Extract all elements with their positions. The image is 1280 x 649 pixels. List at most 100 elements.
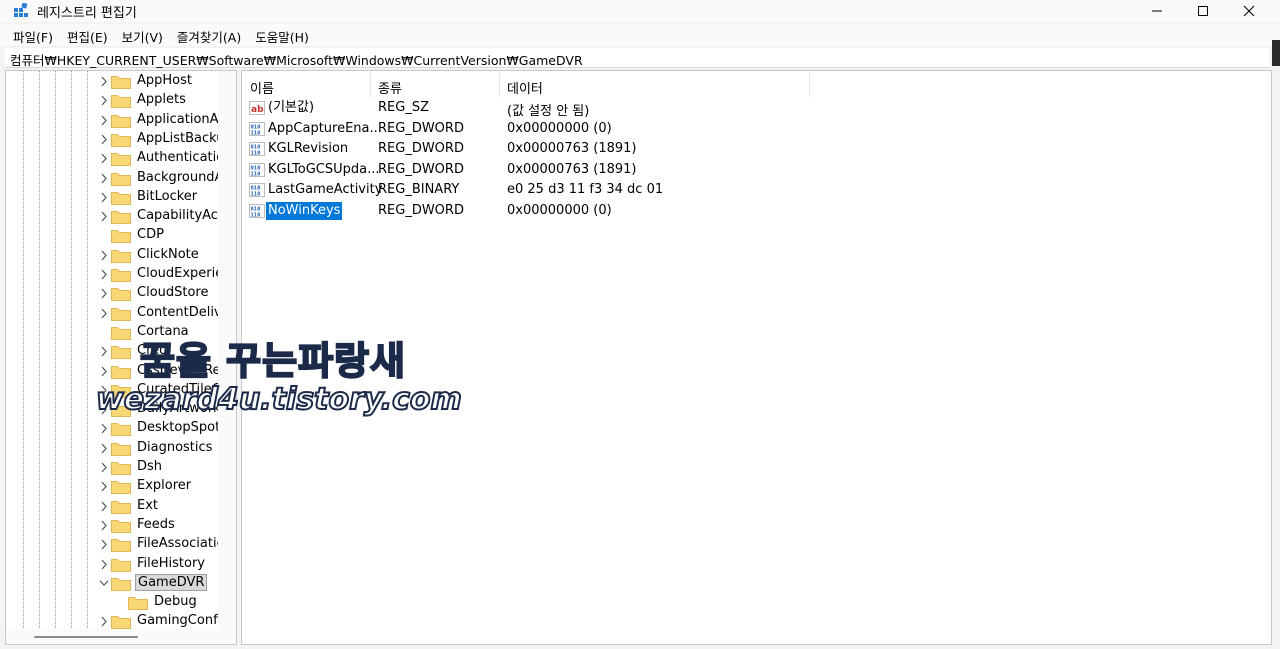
- chevron-right-icon[interactable]: [99, 76, 109, 87]
- tree-item[interactable]: Feeds: [6, 516, 236, 535]
- tree-item[interactable]: GameDVR: [6, 573, 236, 593]
- column-divider[interactable]: [809, 73, 810, 97]
- folder-icon: [111, 500, 131, 514]
- chevron-right-icon[interactable]: [99, 192, 109, 203]
- tree-item[interactable]: AppHost: [6, 72, 236, 91]
- tree-item[interactable]: ContentDelive: [6, 304, 236, 323]
- folder-icon: [111, 288, 131, 302]
- value-row[interactable]: 010 110 AppCaptureEna... REG_DWORD 0x0000000…: [242, 119, 1271, 139]
- tree-item[interactable]: Explorer: [6, 477, 236, 496]
- tree-item-label: Dsh: [137, 459, 163, 474]
- tree-item[interactable]: Ext: [6, 497, 236, 516]
- value-row[interactable]: 010 110 LastGameActivity REG_BINARY e0 25 d3…: [242, 180, 1271, 200]
- tree-item[interactable]: CloudExperien: [6, 265, 236, 284]
- chevron-right-icon[interactable]: [99, 462, 109, 473]
- chevron-right-icon[interactable]: [99, 616, 109, 627]
- watermark-url: wezard4u.tistory.com: [95, 381, 463, 418]
- tree-item-label: Feeds: [137, 516, 175, 532]
- menu-help[interactable]: 도움말(H): [248, 24, 316, 46]
- tree-item[interactable]: Diagnostics: [6, 439, 236, 458]
- chevron-right-icon[interactable]: [99, 366, 109, 377]
- registry-editor-icon: [14, 3, 28, 17]
- chevron-down-icon[interactable]: [99, 578, 109, 589]
- chevron-right-icon[interactable]: [99, 173, 109, 184]
- tree-item[interactable]: DesktopSpotli: [6, 419, 236, 438]
- tree-item[interactable]: BitLocker: [6, 188, 236, 207]
- tree-item[interactable]: BackgroundAc: [6, 169, 236, 188]
- menu-file[interactable]: 파일(F): [0, 24, 60, 46]
- tree-item[interactable]: Applets: [6, 91, 236, 110]
- tree-item[interactable]: FileHistory: [6, 555, 236, 574]
- chevron-right-icon[interactable]: [99, 288, 109, 299]
- tree-item-label: Explorer: [137, 478, 192, 494]
- chevron-right-icon[interactable]: [99, 481, 109, 492]
- column-header-name[interactable]: 이름: [242, 72, 370, 98]
- folder-icon: [111, 133, 131, 147]
- column-header-data[interactable]: 데이터: [499, 72, 809, 98]
- value-name: NoWinKeys: [266, 201, 343, 220]
- value-row[interactable]: 010 110 NoWinKeys REG_DWORD 0x00000000 (0): [242, 201, 1271, 221]
- tree-item[interactable]: Debug: [6, 593, 236, 612]
- chevron-right-icon[interactable]: [99, 539, 109, 550]
- value-row[interactable]: 010 110 KGLToGCSUpda... REG_DWORD 0x00000763…: [242, 160, 1271, 180]
- tree-item-label: CloudStore: [137, 285, 209, 301]
- folder-icon: [111, 519, 131, 533]
- tree-item[interactable]: Authentication: [6, 149, 236, 168]
- chevron-right-icon[interactable]: [99, 153, 109, 164]
- tree-item[interactable]: CDP: [6, 226, 236, 245]
- column-header-type[interactable]: 종류: [370, 72, 499, 98]
- tree-horizontal-scrollbar[interactable]: [6, 629, 236, 644]
- value-type: REG_DWORD: [378, 161, 464, 177]
- tree-item-label: ClickNote: [137, 246, 199, 262]
- folder-icon: [111, 462, 131, 475]
- chevron-right-icon[interactable]: [99, 211, 109, 222]
- menu-edit[interactable]: 편집(E): [60, 24, 115, 46]
- chevron-right-icon[interactable]: [99, 559, 109, 570]
- chevron-right-icon[interactable]: [99, 250, 109, 261]
- value-row[interactable]: ab (기본값) REG_SZ (값 설정 안 됨): [242, 98, 1271, 119]
- value-type: REG_DWORD: [378, 120, 464, 136]
- chevron-right-icon[interactable]: [99, 501, 109, 512]
- binary-value-icon: 010110: [249, 203, 265, 218]
- chevron-right-icon[interactable]: [99, 308, 109, 319]
- tree-item[interactable]: ApplicationAss: [6, 111, 236, 130]
- binary-value-icon: 010110: [249, 183, 265, 198]
- scrollbar-thumb[interactable]: [34, 636, 138, 638]
- maximize-button[interactable]: [1180, 0, 1226, 22]
- chevron-right-icon[interactable]: [99, 95, 109, 106]
- window-edge: [1272, 40, 1280, 66]
- tree-item-label: Debug: [154, 594, 197, 610]
- folder-icon: [111, 211, 131, 224]
- tree-item[interactable]: Dsh: [6, 458, 236, 477]
- chevron-right-icon[interactable]: [99, 134, 109, 145]
- chevron-right-icon[interactable]: [99, 346, 109, 357]
- value-data: 0x00000763 (1891): [507, 141, 637, 156]
- close-button[interactable]: [1226, 0, 1272, 22]
- tree-item-label: Diagnostics: [137, 439, 213, 455]
- chevron-right-icon[interactable]: [99, 269, 109, 280]
- tree-item[interactable]: AppListBackup: [6, 130, 236, 149]
- chevron-right-icon[interactable]: [99, 423, 109, 434]
- chevron-right-icon[interactable]: [99, 115, 109, 126]
- tree-item-label: GamingConfic: [137, 613, 229, 629]
- tree-item[interactable]: FileAssociation: [6, 535, 236, 554]
- value-row[interactable]: 010 110 KGLRevision REG_DWORD 0x00000763 (18…: [242, 139, 1271, 159]
- binary-value-icon: 010110: [249, 162, 265, 177]
- tree-item-label: CDP: [137, 227, 164, 243]
- folder-icon: [111, 346, 131, 360]
- tree-item[interactable]: CapabilityAcce: [6, 207, 236, 226]
- tree-item[interactable]: CloudStore: [6, 284, 236, 303]
- chevron-right-icon[interactable]: [99, 520, 109, 531]
- folder-icon: [111, 616, 131, 630]
- tree-item[interactable]: ClickNote: [6, 246, 236, 265]
- menu-favorites[interactable]: 즐겨찾기(A): [170, 24, 248, 46]
- folder-icon: [111, 153, 131, 167]
- value-name: AppCaptureEna...: [268, 120, 382, 136]
- svg-text:110: 110: [251, 171, 261, 177]
- minimize-button[interactable]: [1134, 0, 1180, 22]
- folder-icon: [111, 326, 131, 340]
- menu-view[interactable]: 보기(V): [115, 24, 170, 46]
- address-bar[interactable]: 컴퓨터₩HKEY_CURRENT_USER₩Software₩Microsoft…: [5, 48, 1269, 68]
- value-type: REG_DWORD: [378, 202, 464, 218]
- chevron-right-icon[interactable]: [99, 443, 109, 454]
